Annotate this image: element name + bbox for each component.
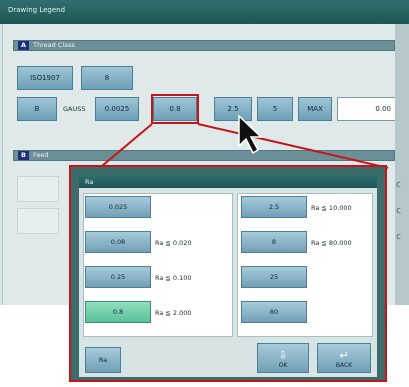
back-icon: ↵	[339, 349, 349, 362]
section-a-header: A Thread Class	[13, 40, 395, 51]
option-0-08[interactable]: 0.08	[85, 231, 151, 253]
option-8[interactable]: 8	[241, 231, 307, 253]
side-mark-1: c	[396, 180, 401, 190]
side-mark-2: c	[396, 206, 401, 216]
arrow-cursor-icon	[238, 114, 263, 155]
disabled-button-2	[17, 208, 59, 234]
unit-label: GAUSS	[63, 105, 86, 113]
section-a-label: Thread Class	[33, 41, 75, 49]
ra-footer-button[interactable]: Ra	[85, 347, 121, 373]
option-0-8-selected[interactable]: 0.8	[85, 301, 151, 323]
selected-value-highlight	[151, 94, 199, 124]
option-25[interactable]: 25	[241, 266, 307, 288]
side-mark-3: c	[396, 232, 401, 242]
mode-button[interactable]: MAX	[298, 97, 332, 121]
ok-icon: ⇩	[278, 349, 288, 362]
window-edge	[395, 24, 409, 305]
section-b-tag: B	[18, 151, 29, 160]
section-a: A Thread Class	[13, 40, 395, 51]
option-0-25[interactable]: 0.25	[85, 266, 151, 288]
condition-8: Ra ≦ 80.000	[311, 239, 352, 247]
condition-0-25: Ra ≦ 0.100	[155, 274, 192, 282]
window-title: Drawing Legend	[0, 0, 409, 24]
option-2-5[interactable]: 2.5	[241, 196, 307, 218]
standard-button[interactable]: ISO1907	[17, 66, 73, 90]
section-a-tag: A	[18, 41, 30, 50]
option-80[interactable]: 80	[241, 301, 307, 323]
type-button[interactable]: B	[17, 97, 57, 121]
ok-label: OK	[278, 362, 288, 369]
condition-2-5: Ra ≦ 10.000	[311, 204, 352, 212]
ra-popup: Ra 0.025 0.08 Ra ≦ 0.020 0.25 Ra ≦ 0.100…	[69, 165, 387, 382]
back-label: BACK	[335, 362, 353, 369]
back-button[interactable]: ↵ BACK	[317, 343, 371, 373]
option-0-025[interactable]: 0.025	[85, 196, 151, 218]
ra-popup-body: Ra 0.025 0.08 Ra ≦ 0.020 0.25 Ra ≦ 0.100…	[79, 175, 377, 377]
class-value-button[interactable]: 8	[81, 66, 133, 90]
condition-0-8: Ra ≦ 2.000	[155, 309, 192, 317]
disabled-button-1	[17, 176, 59, 202]
min-value-button[interactable]: 0.0025	[95, 97, 139, 121]
popup-title: Ra	[79, 175, 377, 188]
ok-button[interactable]: ⇩ OK	[257, 343, 309, 373]
value-input[interactable]: 0.00	[337, 97, 397, 121]
section-b-label: Feed	[32, 151, 49, 159]
condition-0-08: Ra ≦ 0.020	[155, 239, 192, 247]
